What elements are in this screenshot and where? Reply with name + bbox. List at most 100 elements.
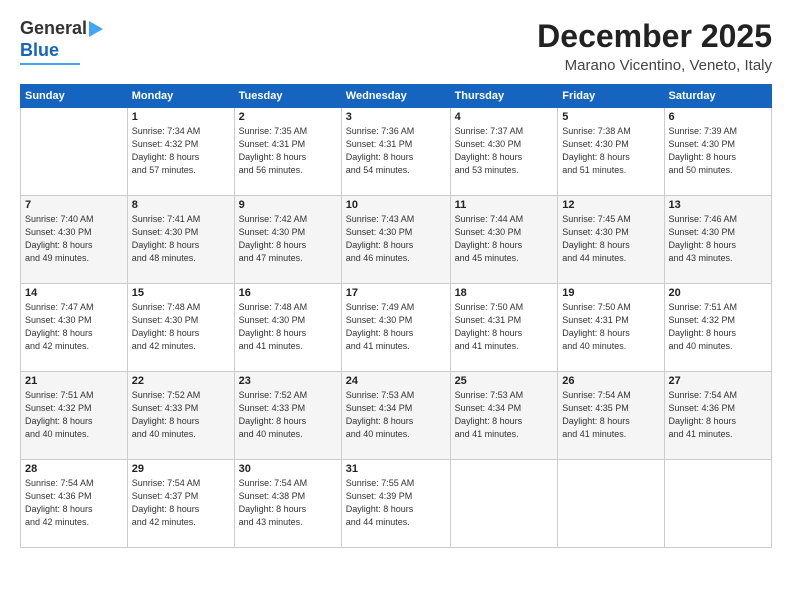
day-info: Sunrise: 7:42 AMSunset: 4:30 PMDaylight:… — [239, 213, 337, 265]
day-info: Sunrise: 7:51 AMSunset: 4:32 PMDaylight:… — [669, 301, 767, 353]
day-info: Sunrise: 7:52 AMSunset: 4:33 PMDaylight:… — [239, 389, 337, 441]
table-row: 12Sunrise: 7:45 AMSunset: 4:30 PMDayligh… — [558, 196, 664, 284]
day-number: 30 — [239, 463, 337, 475]
calendar-week-row: 28 Sunrise: 7:54 AMSunset: 4:36 PMDayligh… — [21, 460, 772, 548]
day-number: 22 — [132, 375, 230, 387]
day-info: Sunrise: 7:39 AMSunset: 4:30 PMDaylight:… — [669, 125, 767, 177]
day-info: Sunrise: 7:45 AMSunset: 4:30 PMDaylight:… — [562, 213, 659, 265]
header-thursday: Thursday — [450, 85, 558, 108]
table-row: 20 Sunrise: 7:51 AMSunset: 4:32 PMDayligh… — [664, 284, 771, 372]
month-title: December 2025 — [537, 18, 772, 55]
location: Marano Vicentino, Veneto, Italy — [537, 57, 772, 74]
calendar-page: General Blue December 2025 Marano Vicent… — [0, 0, 792, 612]
calendar-week-row: 1 Sunrise: 7:34 AMSunset: 4:32 PMDaylight… — [21, 108, 772, 196]
table-row: 11 Sunrise: 7:44 AMSunset: 4:30 PMDayligh… — [450, 196, 558, 284]
table-row: 16 Sunrise: 7:48 AMSunset: 4:30 PMDayligh… — [234, 284, 341, 372]
day-number: 5 — [562, 111, 659, 123]
table-row: 13Sunrise: 7:46 AMSunset: 4:30 PMDayligh… — [664, 196, 771, 284]
header-wednesday: Wednesday — [341, 85, 450, 108]
day-info: Sunrise: 7:52 AMSunset: 4:33 PMDaylight:… — [132, 389, 230, 441]
header-monday: Monday — [127, 85, 234, 108]
day-info: Sunrise: 7:47 AMSunset: 4:30 PMDaylight:… — [25, 301, 123, 353]
table-row: 3Sunrise: 7:36 AMSunset: 4:31 PMDaylight… — [341, 108, 450, 196]
day-info: Sunrise: 7:54 AMSunset: 4:38 PMDaylight:… — [239, 477, 337, 529]
table-row: 31Sunrise: 7:55 AMSunset: 4:39 PMDayligh… — [341, 460, 450, 548]
table-row — [21, 108, 128, 196]
table-row: 26Sunrise: 7:54 AMSunset: 4:35 PMDayligh… — [558, 372, 664, 460]
day-info: Sunrise: 7:50 AMSunset: 4:31 PMDaylight:… — [455, 301, 554, 353]
table-row: 17 Sunrise: 7:49 AMSunset: 4:30 PMDayligh… — [341, 284, 450, 372]
day-number: 10 — [346, 199, 446, 211]
table-row: 14 Sunrise: 7:47 AMSunset: 4:30 PMDayligh… — [21, 284, 128, 372]
calendar-week-row: 14 Sunrise: 7:47 AMSunset: 4:30 PMDayligh… — [21, 284, 772, 372]
day-info: Sunrise: 7:51 AMSunset: 4:32 PMDaylight:… — [25, 389, 123, 441]
day-info: Sunrise: 7:54 AMSunset: 4:35 PMDaylight:… — [562, 389, 659, 441]
day-info: Sunrise: 7:53 AMSunset: 4:34 PMDaylight:… — [346, 389, 446, 441]
table-row: 2 Sunrise: 7:35 AMSunset: 4:31 PMDaylight… — [234, 108, 341, 196]
table-row: 29 Sunrise: 7:54 AMSunset: 4:37 PMDayligh… — [127, 460, 234, 548]
logo-blue: Blue — [20, 40, 59, 62]
day-number: 17 — [346, 287, 446, 299]
day-info: Sunrise: 7:44 AMSunset: 4:30 PMDaylight:… — [455, 213, 554, 265]
day-number: 6 — [669, 111, 767, 123]
day-info: Sunrise: 7:53 AMSunset: 4:34 PMDaylight:… — [455, 389, 554, 441]
day-number: 20 — [669, 287, 767, 299]
table-row: 7Sunrise: 7:40 AMSunset: 4:30 PMDaylight… — [21, 196, 128, 284]
calendar-header-row: Sunday Monday Tuesday Wednesday Thursday… — [21, 85, 772, 108]
logo: General Blue — [20, 18, 103, 65]
day-info: Sunrise: 7:34 AMSunset: 4:32 PMDaylight:… — [132, 125, 230, 177]
day-number: 4 — [455, 111, 554, 123]
header-friday: Friday — [558, 85, 664, 108]
day-number: 25 — [455, 375, 554, 387]
day-number: 23 — [239, 375, 337, 387]
day-info: Sunrise: 7:35 AMSunset: 4:31 PMDaylight:… — [239, 125, 337, 177]
day-number: 29 — [132, 463, 230, 475]
logo-underline — [20, 63, 80, 65]
table-row: 27 Sunrise: 7:54 AMSunset: 4:36 PMDayligh… — [664, 372, 771, 460]
day-info: Sunrise: 7:54 AMSunset: 4:36 PMDaylight:… — [25, 477, 123, 529]
table-row: 6 Sunrise: 7:39 AMSunset: 4:30 PMDaylight… — [664, 108, 771, 196]
table-row: 22 Sunrise: 7:52 AMSunset: 4:33 PMDayligh… — [127, 372, 234, 460]
day-info: Sunrise: 7:50 AMSunset: 4:31 PMDaylight:… — [562, 301, 659, 353]
header-tuesday: Tuesday — [234, 85, 341, 108]
table-row: 24 Sunrise: 7:53 AMSunset: 4:34 PMDayligh… — [341, 372, 450, 460]
day-number: 2 — [239, 111, 337, 123]
calendar-table: Sunday Monday Tuesday Wednesday Thursday… — [20, 84, 772, 548]
day-number: 7 — [25, 199, 123, 211]
day-number: 27 — [669, 375, 767, 387]
table-row: 25 Sunrise: 7:53 AMSunset: 4:34 PMDayligh… — [450, 372, 558, 460]
day-number: 14 — [25, 287, 123, 299]
day-number: 18 — [455, 287, 554, 299]
table-row: 30 Sunrise: 7:54 AMSunset: 4:38 PMDayligh… — [234, 460, 341, 548]
table-row: 1 Sunrise: 7:34 AMSunset: 4:32 PMDaylight… — [127, 108, 234, 196]
title-block: December 2025 Marano Vicentino, Veneto, … — [537, 18, 772, 74]
day-number: 11 — [455, 199, 554, 211]
table-row: 4Sunrise: 7:37 AMSunset: 4:30 PMDaylight… — [450, 108, 558, 196]
table-row — [558, 460, 664, 548]
day-number: 9 — [239, 199, 337, 211]
day-number: 15 — [132, 287, 230, 299]
day-number: 1 — [132, 111, 230, 123]
day-number: 28 — [25, 463, 123, 475]
calendar-week-row: 7Sunrise: 7:40 AMSunset: 4:30 PMDaylight… — [21, 196, 772, 284]
day-number: 24 — [346, 375, 446, 387]
day-info: Sunrise: 7:49 AMSunset: 4:30 PMDaylight:… — [346, 301, 446, 353]
day-number: 3 — [346, 111, 446, 123]
table-row: 18 Sunrise: 7:50 AMSunset: 4:31 PMDayligh… — [450, 284, 558, 372]
table-row: 5 Sunrise: 7:38 AMSunset: 4:30 PMDaylight… — [558, 108, 664, 196]
day-info: Sunrise: 7:48 AMSunset: 4:30 PMDaylight:… — [239, 301, 337, 353]
day-info: Sunrise: 7:54 AMSunset: 4:37 PMDaylight:… — [132, 477, 230, 529]
day-number: 31 — [346, 463, 446, 475]
day-info: Sunrise: 7:46 AMSunset: 4:30 PMDaylight:… — [669, 213, 767, 265]
header: General Blue December 2025 Marano Vicent… — [20, 18, 772, 74]
table-row — [450, 460, 558, 548]
table-row: 21Sunrise: 7:51 AMSunset: 4:32 PMDayligh… — [21, 372, 128, 460]
table-row — [664, 460, 771, 548]
day-number: 16 — [239, 287, 337, 299]
day-info: Sunrise: 7:38 AMSunset: 4:30 PMDaylight:… — [562, 125, 659, 177]
logo-arrow-icon — [89, 21, 103, 37]
table-row: 23 Sunrise: 7:52 AMSunset: 4:33 PMDayligh… — [234, 372, 341, 460]
day-info: Sunrise: 7:54 AMSunset: 4:36 PMDaylight:… — [669, 389, 767, 441]
table-row: 9 Sunrise: 7:42 AMSunset: 4:30 PMDaylight… — [234, 196, 341, 284]
calendar-week-row: 21Sunrise: 7:51 AMSunset: 4:32 PMDayligh… — [21, 372, 772, 460]
